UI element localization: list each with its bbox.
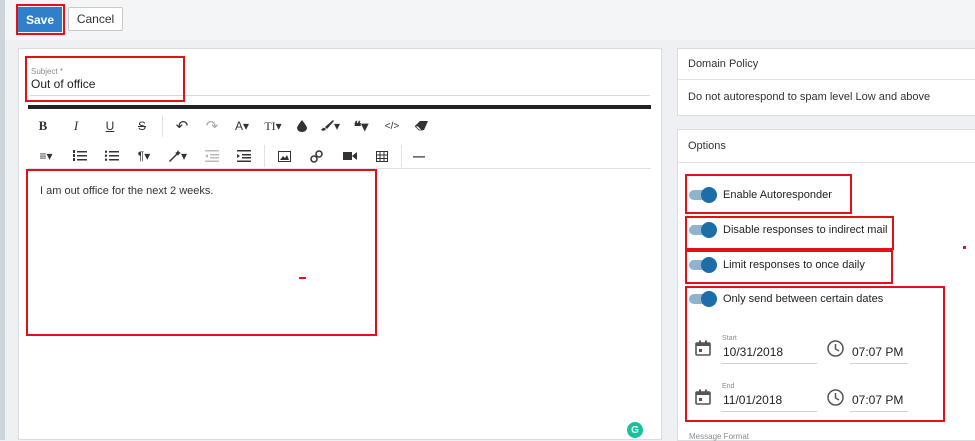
cancel-button[interactable]: Cancel <box>68 7 123 31</box>
redo-icon[interactable]: ↷ <box>197 114 227 138</box>
highlight-save <box>16 4 65 35</box>
bold-icon[interactable]: B <box>28 114 58 138</box>
highlight-enable <box>685 174 852 214</box>
toolbar-divider <box>401 145 402 167</box>
italic-icon[interactable]: I <box>58 114 94 138</box>
strikethrough-icon[interactable]: S <box>126 114 158 138</box>
panel-divider <box>678 79 975 80</box>
toolbar-divider <box>264 145 265 167</box>
editor-toolbar-row-2: ≡▾ ¶▾ ▾ — <box>28 142 651 170</box>
horizontal-rule-icon[interactable]: — <box>406 144 432 168</box>
unordered-list-icon[interactable] <box>96 144 128 168</box>
magic-wand-icon[interactable]: ▾ <box>160 144 196 168</box>
highlight-date-range <box>685 286 945 422</box>
eraser-icon[interactable] <box>407 114 437 138</box>
red-mark <box>299 277 306 279</box>
left-strip <box>0 0 5 440</box>
highlight-editor-body <box>26 169 377 336</box>
underline-icon[interactable]: U <box>94 114 126 138</box>
editor-toolbar-row-1: B I U S ↶ ↷ A▾ TI▾ ▾ ❝▾ </> <box>28 112 651 140</box>
highlight-subject <box>25 56 185 102</box>
grammarly-icon[interactable]: G <box>627 422 643 438</box>
table-icon[interactable] <box>367 144 397 168</box>
align-icon[interactable]: ≡▾ <box>28 144 64 168</box>
domain-policy-text: Do not autorespond to spam level Low and… <box>688 91 931 103</box>
ink-drop-icon[interactable] <box>289 114 315 138</box>
outdent-icon[interactable] <box>196 144 228 168</box>
paragraph-icon[interactable]: ¶▾ <box>128 144 160 168</box>
panel-divider <box>678 162 975 163</box>
image-icon[interactable] <box>269 144 299 168</box>
action-bar <box>5 0 975 40</box>
indent-icon[interactable] <box>228 144 260 168</box>
highlight-disable-indirect <box>685 216 894 250</box>
quote-icon[interactable]: ❝▾ <box>345 114 377 138</box>
options-title: Options <box>688 140 726 152</box>
editor-top-border <box>28 105 651 109</box>
font-color-icon[interactable]: A▾ <box>227 114 257 138</box>
ordered-list-icon[interactable] <box>64 144 96 168</box>
code-icon[interactable]: </> <box>377 114 407 138</box>
font-size-icon[interactable]: TI▾ <box>257 114 289 138</box>
paint-brush-icon[interactable]: ▾ <box>315 114 345 138</box>
red-mark <box>963 246 966 249</box>
toolbar-divider <box>162 115 163 137</box>
highlight-limit-daily <box>685 250 893 284</box>
domain-policy-title: Domain Policy <box>688 58 759 70</box>
undo-icon[interactable]: ↶ <box>167 114 197 138</box>
video-icon[interactable] <box>333 144 367 168</box>
link-icon[interactable] <box>299 144 333 168</box>
